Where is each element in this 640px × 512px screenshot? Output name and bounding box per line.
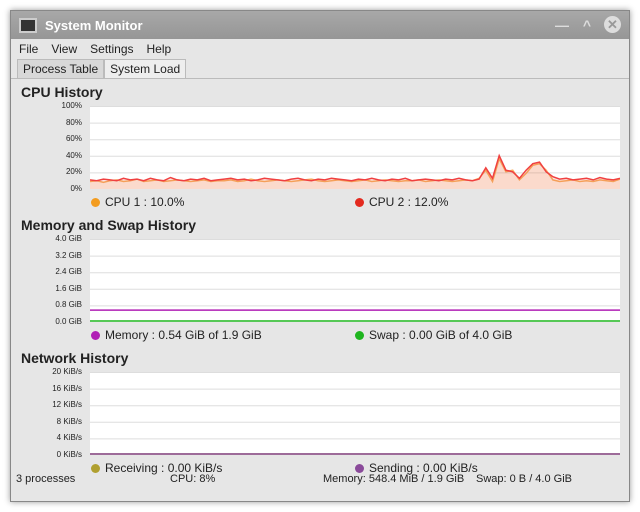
cpu-2-area [90,155,620,189]
legend-item: Memory : 0.54 GiB of 1.9 GiB [91,328,262,342]
y-tick-label: 40% [65,150,82,160]
y-tick-label: 1.6 GiB [55,283,82,293]
legend-label: CPU 1 : 10.0% [105,195,185,209]
legend-label: CPU 2 : 12.0% [369,195,449,209]
menu-help[interactable]: Help [147,42,172,56]
menu-view[interactable]: View [51,42,77,56]
title-bar[interactable]: System Monitor — ^ ✕ [11,11,629,39]
y-tick-label: 0% [70,184,82,193]
close-icon[interactable]: ✕ [604,16,621,33]
legend-label: Memory : 0.54 GiB of 1.9 GiB [105,328,262,342]
y-tick-label: 16 KiB/s [52,383,82,393]
legend-dot-icon [355,330,364,340]
status-memory: Memory: 548.4 MiB / 1.9 GiB [323,473,465,485]
legend-item: CPU 1 : 10.0% [91,195,184,209]
y-tick-label: 4.0 GiB [55,234,82,243]
legend-dot-icon [91,463,100,473]
window-title: System Monitor [45,17,143,33]
cpu-section-title: CPU History [21,84,103,100]
y-tick-label: 4 KiB/s [56,433,82,443]
minimize-icon[interactable]: — [555,17,569,33]
menu-file[interactable]: File [19,42,38,56]
tab-bar: Process Table System Load [11,59,629,79]
menu-bar: File View Settings Help [11,39,629,59]
y-tick-label: 60% [65,134,82,144]
legend-item: Swap : 0.00 GiB of 4.0 GiB [355,328,512,342]
network-chart [90,372,620,455]
memory-chart [90,239,620,322]
tab-process-table[interactable]: Process Table [17,59,105,78]
network-section-title: Network History [21,350,129,366]
legend-dot-icon [355,463,364,473]
legend-item: CPU 2 : 12.0% [355,195,448,209]
memory-section-title: Memory and Swap History [21,217,197,233]
tab-system-load[interactable]: System Load [104,59,187,78]
legend-label: Swap : 0.00 GiB of 4.0 GiB [369,328,513,342]
y-tick-label: 3.2 GiB [55,250,82,260]
status-swap: Swap: 0 B / 4.0 GiB [476,473,572,485]
cpu-chart [90,106,620,189]
y-tick-label: 0 KiB/s [56,450,82,459]
y-tick-label: 12 KiB/s [52,400,82,410]
y-tick-label: 0.8 GiB [55,300,82,310]
status-processes: 3 processes [16,473,76,485]
y-tick-label: 100% [61,101,82,110]
menu-settings[interactable]: Settings [90,42,133,56]
y-tick-label: 80% [65,117,82,127]
legend-dot-icon [91,330,100,340]
y-tick-label: 8 KiB/s [56,416,82,426]
legend-dot-icon [91,197,100,207]
status-cpu: CPU: 8% [170,473,216,485]
y-tick-label: 20 KiB/s [52,367,82,376]
app-icon [19,17,37,33]
y-tick-label: 2.4 GiB [55,267,82,277]
maximize-icon[interactable]: ^ [583,17,591,33]
legend-dot-icon [355,197,364,207]
y-tick-label: 0.0 GiB [55,317,82,326]
y-tick-label: 20% [65,167,82,177]
